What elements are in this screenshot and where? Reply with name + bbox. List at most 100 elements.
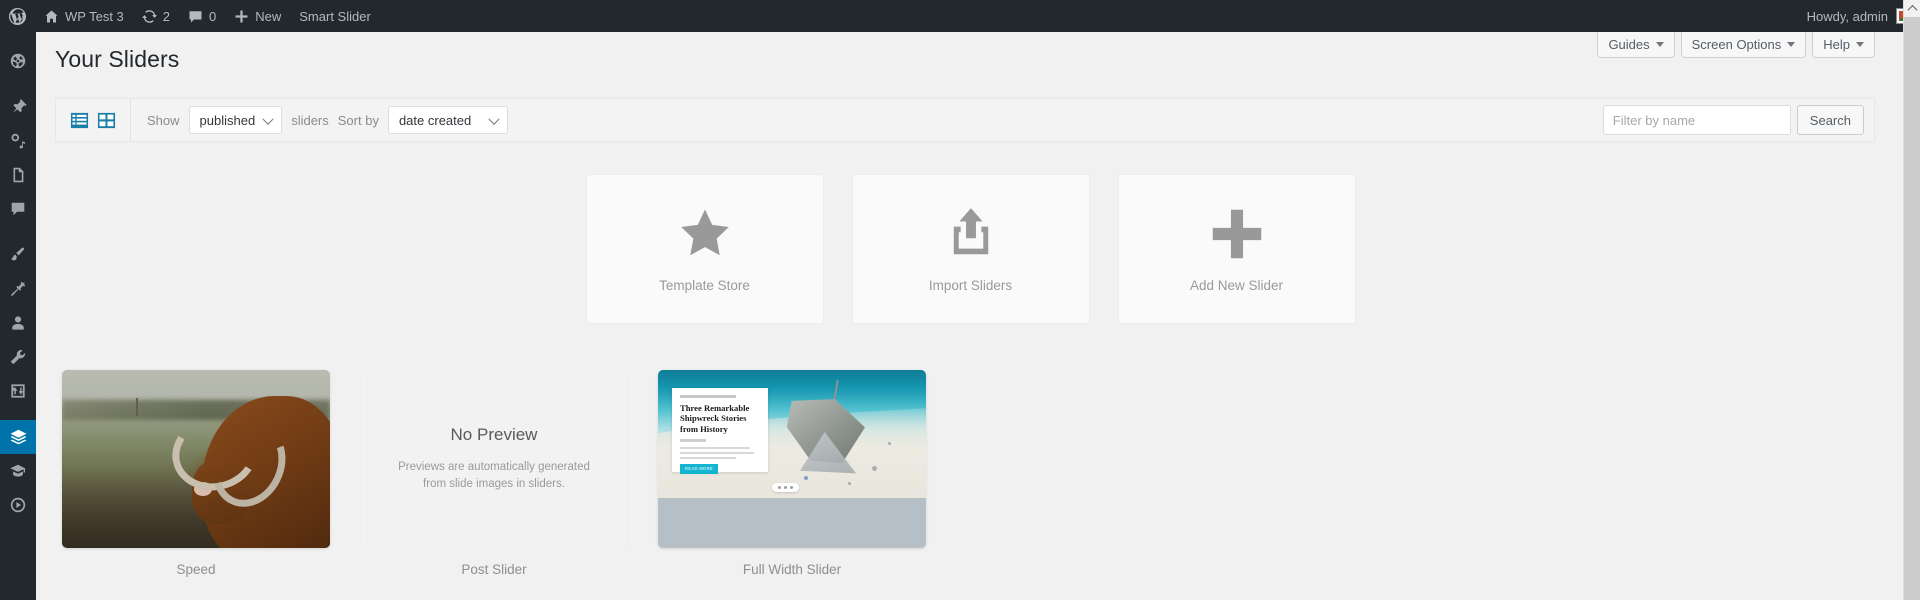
comments-count: 0: [209, 8, 217, 24]
admin-sidebar: [0, 32, 43, 600]
template-store-card[interactable]: Template Store: [585, 174, 824, 324]
sortby-value: date created: [398, 112, 472, 128]
no-preview-text: Previews are automatically generated fro…: [398, 460, 590, 490]
pagination-dot: [778, 486, 781, 489]
sidebar-item-pages[interactable]: [0, 158, 36, 192]
slider-card[interactable]: Speed: [62, 370, 330, 577]
import-sliders-label: Import Sliders: [928, 277, 1013, 293]
slider-card[interactable]: No Preview Previews are automatically ge…: [360, 370, 628, 577]
slider-name: Post Slider: [461, 562, 527, 577]
slider-thumbnail-image[interactable]: Three Remarkable Shipwreck Stories from …: [658, 370, 926, 548]
sidebar-item-plugins[interactable]: [0, 272, 36, 306]
filter-toolbar: Show published sliders Sort by date crea…: [55, 98, 1875, 142]
chevron-down-icon: [1655, 42, 1664, 47]
new-content-menu[interactable]: New: [225, 0, 290, 32]
beach-speck: [848, 482, 851, 485]
upload-icon: [945, 206, 997, 262]
slide-text-line: [680, 456, 736, 459]
sortby-label: Sort by: [337, 112, 379, 128]
page-scrollbar[interactable]: [1903, 0, 1920, 600]
sidebar-item-tools[interactable]: [0, 340, 36, 374]
sidebar-item-appearance[interactable]: [0, 238, 36, 272]
updates-menu[interactable]: 2: [133, 0, 179, 32]
show-status-select[interactable]: published: [188, 106, 283, 134]
wrench-icon: [9, 348, 27, 366]
show-label: Show: [147, 112, 180, 128]
smart-slider-menu[interactable]: Smart Slider: [290, 0, 380, 32]
plus-icon: [234, 9, 249, 24]
beach-speck: [872, 466, 877, 471]
chevron-down-icon: [1787, 42, 1796, 47]
slide-pagination-dots: [772, 483, 799, 492]
sidebar-item-posts[interactable]: [0, 90, 36, 124]
slider-card[interactable]: Three Remarkable Shipwreck Stories from …: [658, 370, 926, 577]
add-new-slider-card[interactable]: Add New Slider: [1117, 174, 1356, 324]
screen-options-label: Screen Options: [1691, 37, 1782, 52]
grid-view-icon[interactable]: [97, 111, 116, 130]
pages-icon: [9, 166, 27, 184]
comment-icon: [9, 200, 27, 218]
slider-thumbnail-placeholder[interactable]: No Preview Previews are automatically ge…: [360, 370, 628, 548]
page-header: Your Sliders Guides Screen Options Help: [36, 32, 1905, 94]
slide-text-line: [680, 447, 751, 450]
wordpress-logo-menu[interactable]: [0, 0, 35, 32]
pin-icon: [9, 98, 27, 116]
updates-count: 2: [162, 8, 171, 24]
sidebar-item-media-player[interactable]: [0, 488, 36, 522]
main-content: Your Sliders Guides Screen Options Help: [36, 32, 1905, 600]
sortby-select[interactable]: date created: [387, 106, 508, 134]
slider-thumbnail-image[interactable]: [62, 370, 330, 548]
beach-speck: [804, 476, 808, 480]
import-sliders-card[interactable]: Import Sliders: [851, 174, 1090, 324]
site-name-menu[interactable]: WP Test 3: [35, 0, 133, 32]
star-icon: [676, 206, 734, 262]
help-button[interactable]: Help: [1812, 32, 1875, 58]
search-button[interactable]: Search: [1796, 105, 1864, 135]
comments-menu[interactable]: 0: [179, 0, 225, 32]
wordpress-icon: [8, 7, 27, 26]
sidebar-item-learning[interactable]: [0, 454, 36, 488]
slider-name: Speed: [176, 562, 216, 577]
beach-speck: [888, 442, 891, 445]
scrollbar-track[interactable]: [1904, 17, 1920, 600]
sidebar-item-comments[interactable]: [0, 192, 36, 226]
sidebar-item-settings[interactable]: [0, 374, 36, 408]
sidebar-item-dashboard[interactable]: [0, 44, 36, 78]
guides-label: Guides: [1608, 37, 1650, 52]
sidebar-item-smart-slider[interactable]: [0, 420, 43, 454]
search-input[interactable]: [1602, 105, 1791, 135]
plus-icon: [1209, 206, 1265, 262]
paintbrush-icon: [9, 246, 27, 264]
action-cards: Template Store Import Sliders Add New Sl…: [36, 174, 1905, 324]
screen-options-button[interactable]: Screen Options: [1680, 32, 1807, 58]
sidebar-item-users[interactable]: [0, 306, 36, 340]
slide-subtitle-line: [680, 439, 706, 443]
smart-slider-label: Smart Slider: [299, 8, 371, 24]
page-title: Your Sliders: [55, 46, 180, 72]
template-store-label: Template Store: [659, 277, 750, 293]
view-switcher: [56, 98, 131, 142]
slide-read-more-button: READ MORE: [680, 463, 718, 474]
media-icon: [9, 132, 27, 150]
slide-read-more-label: READ MORE: [684, 466, 714, 472]
add-new-slider-label: Add New Slider: [1189, 277, 1284, 293]
scroll-up-button[interactable]: [1904, 0, 1920, 17]
slider-bottom-area: [658, 498, 926, 548]
settings-sliders-icon: [9, 382, 27, 400]
play-circle-icon: [9, 496, 27, 514]
layers-icon: [9, 428, 28, 447]
howdy-label: Howdy, admin: [1806, 8, 1888, 24]
guides-button[interactable]: Guides: [1597, 32, 1675, 58]
comment-icon: [188, 9, 203, 24]
pagination-dot: [790, 486, 793, 489]
slide-text-line: [680, 451, 754, 455]
no-preview-title: No Preview: [450, 424, 538, 444]
sidebar-item-media[interactable]: [0, 124, 36, 158]
header-buttons: Guides Screen Options Help: [1597, 32, 1875, 58]
slide-title: Three Remarkable Shipwreck Stories from …: [680, 403, 750, 434]
slide-date-line: [680, 395, 736, 398]
list-view-icon[interactable]: [70, 111, 89, 130]
